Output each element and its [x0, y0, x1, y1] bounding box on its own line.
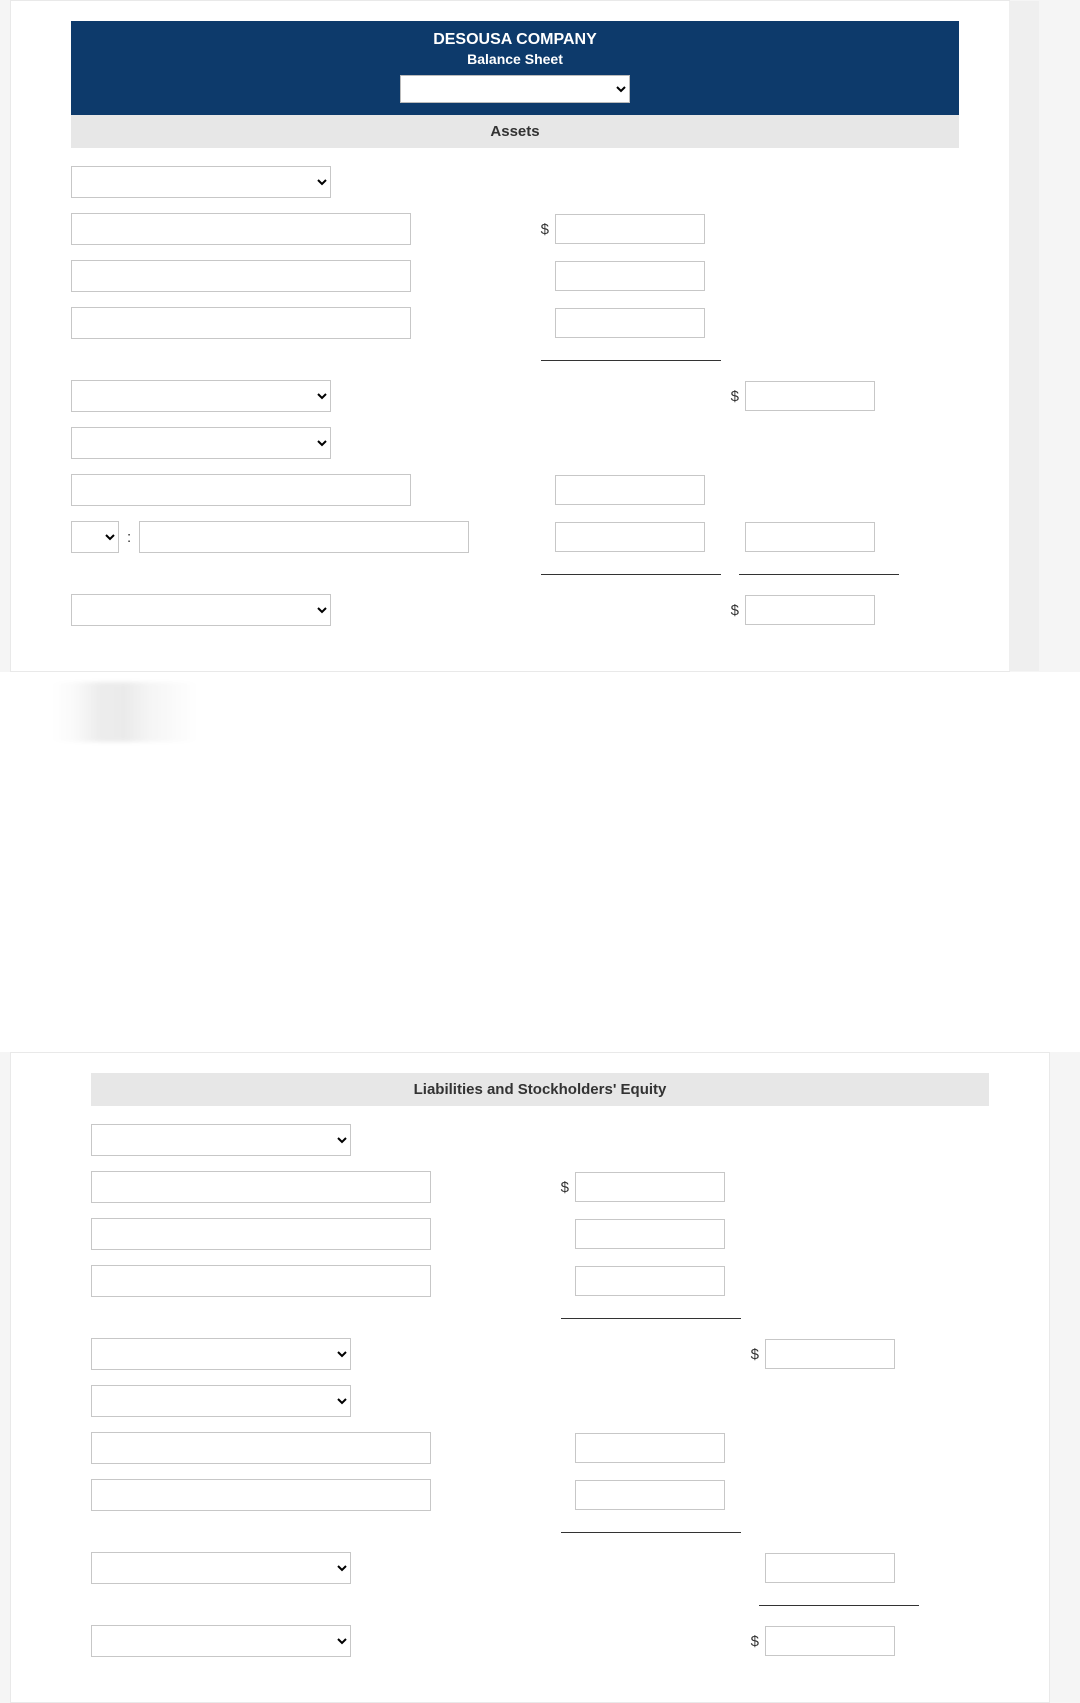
- assets-less-select[interactable]: [71, 521, 119, 553]
- liab-line2-amount[interactable]: [575, 1219, 725, 1249]
- assets-total-underline: [739, 574, 899, 575]
- image-artifact: [50, 682, 300, 742]
- panel-side-shadow: [1009, 1, 1039, 671]
- assets-section-header: Assets: [71, 115, 959, 148]
- assets-less-amount[interactable]: [555, 522, 705, 552]
- currency-symbol: $: [741, 1346, 759, 1363]
- assets-line3-amount[interactable]: [555, 308, 705, 338]
- assets-total-amount[interactable]: [745, 595, 875, 625]
- assets-category2-select[interactable]: [71, 427, 331, 459]
- liab-subtotal1-select[interactable]: [91, 1338, 351, 1370]
- statement-title: Balance Sheet: [71, 51, 959, 67]
- currency-symbol: $: [721, 602, 739, 619]
- liab-total-underline: [759, 1605, 919, 1606]
- assets-panel: DESOUSA COMPANY Balance Sheet Assets $: [10, 0, 1010, 672]
- assets-line2-amount[interactable]: [555, 261, 705, 291]
- currency-symbol: $: [721, 388, 739, 405]
- assets-line1-label[interactable]: [71, 213, 411, 245]
- assets-subtotal1-select[interactable]: [71, 380, 331, 412]
- assets-line1-amount[interactable]: [555, 214, 705, 244]
- assets-line4-amount[interactable]: [555, 475, 705, 505]
- date-select[interactable]: [400, 75, 630, 103]
- assets-total-select[interactable]: [71, 594, 331, 626]
- balance-sheet-header: DESOUSA COMPANY Balance Sheet: [71, 21, 959, 115]
- liab-subtotal1-underline: [561, 1318, 741, 1319]
- company-name: DESOUSA COMPANY: [71, 31, 959, 49]
- liabilities-section-header: Liabilities and Stockholders' Equity: [91, 1073, 989, 1106]
- assets-category2-total[interactable]: [745, 522, 875, 552]
- liab-line2-label[interactable]: [91, 1218, 431, 1250]
- assets-subtotal1-amount[interactable]: [745, 381, 875, 411]
- gap-between-panels: [0, 742, 1080, 1052]
- liab-total-amount[interactable]: [765, 1626, 895, 1656]
- colon-separator: :: [127, 529, 131, 546]
- assets-less-label[interactable]: [139, 521, 469, 553]
- currency-symbol: $: [551, 1179, 569, 1196]
- liab-category1-select[interactable]: [91, 1124, 351, 1156]
- liab-line3-label[interactable]: [91, 1265, 431, 1297]
- assets-category1-select[interactable]: [71, 166, 331, 198]
- liab-line4-amount[interactable]: [575, 1433, 725, 1463]
- assets-subtotal-underline: [541, 360, 721, 361]
- currency-symbol: $: [741, 1633, 759, 1650]
- liab-line5-label[interactable]: [91, 1479, 431, 1511]
- liab-subtotal1-amount[interactable]: [765, 1339, 895, 1369]
- assets-line2-label[interactable]: [71, 260, 411, 292]
- assets-form: $: [71, 148, 959, 626]
- liab-line5-amount[interactable]: [575, 1480, 725, 1510]
- liab-line4-label[interactable]: [91, 1432, 431, 1464]
- currency-symbol: $: [531, 221, 549, 238]
- liab-line1-label[interactable]: [91, 1171, 431, 1203]
- liab-total-select[interactable]: [91, 1625, 351, 1657]
- liab-subtotal2-amount[interactable]: [765, 1553, 895, 1583]
- liabilities-panel: Liabilities and Stockholders' Equity $: [10, 1052, 1050, 1703]
- assets-line3-label[interactable]: [71, 307, 411, 339]
- liab-line3-amount[interactable]: [575, 1266, 725, 1296]
- liab-subtotal2-select[interactable]: [91, 1552, 351, 1584]
- assets-line4-label[interactable]: [71, 474, 411, 506]
- liabilities-form: $: [91, 1106, 989, 1657]
- liab-category2-select[interactable]: [91, 1385, 351, 1417]
- assets-line-underline: [541, 574, 721, 575]
- liab-subtotal2-underline: [561, 1532, 741, 1533]
- liab-line1-amount[interactable]: [575, 1172, 725, 1202]
